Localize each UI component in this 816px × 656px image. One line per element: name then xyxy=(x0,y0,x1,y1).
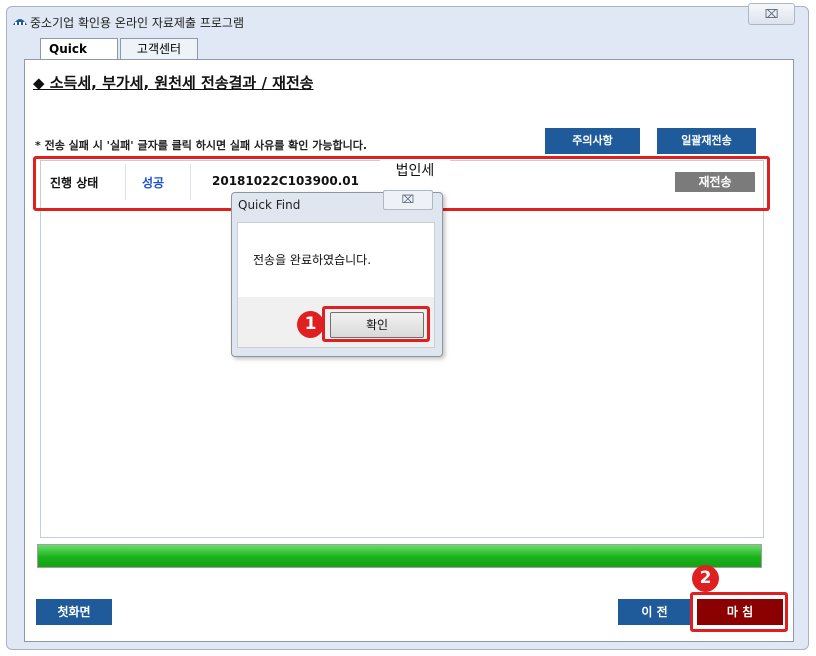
tab-customer-center[interactable]: 고객센터 xyxy=(120,38,198,59)
progress-bar xyxy=(37,544,762,568)
dialog-message: 전송을 완료하였습니다. xyxy=(253,253,372,267)
bulk-resend-button[interactable]: 일괄재전송 xyxy=(657,128,756,154)
window-title: 중소기업 확인용 온라인 자료제출 프로그램 xyxy=(30,16,244,30)
window-close-button[interactable]: ⌧ xyxy=(748,3,795,25)
previous-button[interactable]: 이 전 xyxy=(618,599,691,625)
highlight-ok-button xyxy=(322,306,430,342)
callout-badge-2: 2 xyxy=(692,565,719,592)
tab-quick-find[interactable]: Quick Find xyxy=(40,38,118,77)
dialog-title: Quick Find xyxy=(238,198,301,212)
progress-fill xyxy=(38,545,761,567)
callout-badge-1: 1 xyxy=(297,311,324,338)
app-logo-icon xyxy=(13,19,27,25)
notice-button[interactable]: 주의사항 xyxy=(545,128,640,154)
dialog-close-button[interactable]: ⌧ xyxy=(383,190,433,210)
first-screen-button[interactable]: 첫화면 xyxy=(36,599,112,625)
failure-note: * 전송 실패 시 '실패' 글자를 클릭 하시면 실패 사유를 확인 가능합니… xyxy=(35,139,368,152)
highlight-finish-button xyxy=(690,592,788,632)
page-title: ◆ 소득세, 부가세, 원천세 전송결과 / 재전송 xyxy=(33,74,314,92)
